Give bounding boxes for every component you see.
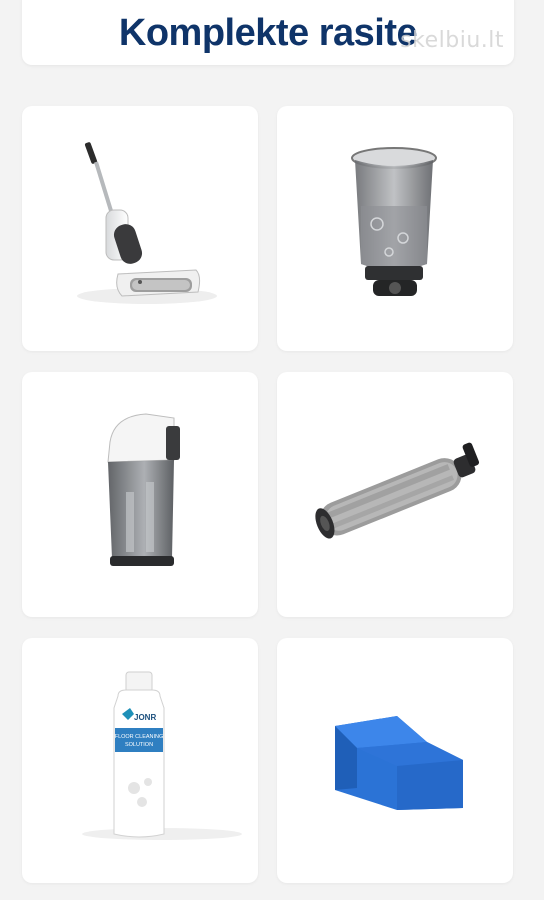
bottle-brand: JONR: [134, 713, 156, 722]
bottle-icon: JONR FLOOR CLEANING SOLUTION: [82, 671, 242, 840]
vacuum-mop-icon: [77, 142, 217, 304]
title-card: Komplekte rasite skelbiu.lt: [22, 0, 514, 65]
product-card-vacuum[interactable]: [22, 106, 258, 351]
product-card-water-tank[interactable]: [277, 106, 513, 351]
product-card-dirty-tank[interactable]: [22, 372, 258, 617]
filter-sponge-icon: [335, 716, 463, 810]
product-card-solution[interactable]: JONR FLOOR CLEANING SOLUTION: [22, 638, 258, 883]
bottle-label-line-1: FLOOR CLEANING: [115, 734, 164, 740]
dirty-water-tank-icon: [107, 413, 180, 566]
watermark-logo: skelbiu.lt: [400, 28, 504, 53]
roller-brush-icon: [315, 442, 480, 539]
product-card-roller[interactable]: [277, 372, 513, 617]
watermark-text: skelbiu.lt: [400, 28, 504, 53]
bottle-label-line-2: SOLUTION: [125, 742, 153, 748]
product-card-filter[interactable]: [277, 638, 513, 883]
water-tank-icon: [351, 147, 437, 296]
